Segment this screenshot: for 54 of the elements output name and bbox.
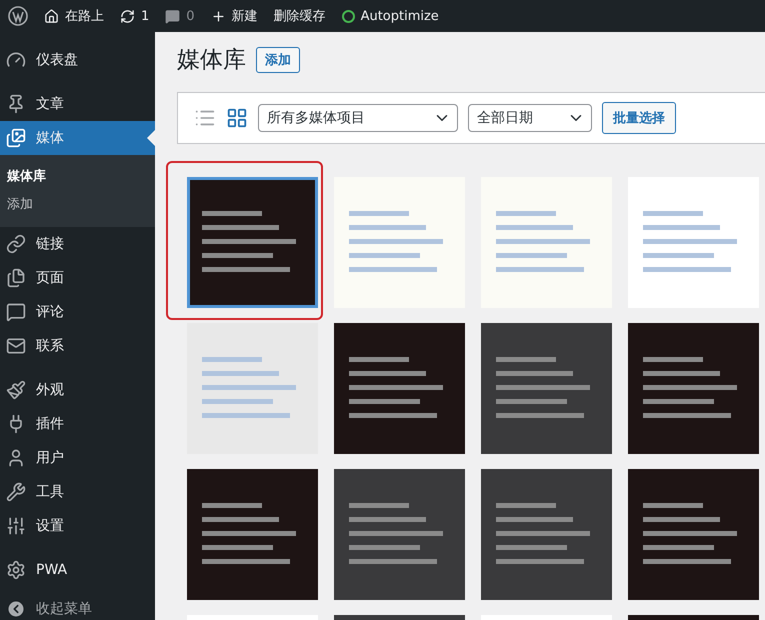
menu-item[interactable]: 媒体 [0,121,155,155]
site-link[interactable]: 在路上 [44,7,104,25]
paintbrush-icon [6,380,26,400]
home-icon [44,8,59,24]
mail-icon [6,336,26,356]
add-button[interactable]: 添加 [256,46,300,72]
menu-item[interactable]: PWA [0,553,155,587]
media-tile[interactable] [481,323,612,454]
media-tile[interactable] [187,469,318,600]
menu-item[interactable]: 文章 [0,87,155,121]
media-tile[interactable] [481,469,612,600]
media-tile[interactable] [481,177,612,308]
sliders-icon [6,516,26,536]
wordpress-logo-icon[interactable] [8,6,28,26]
media-tile[interactable] [334,323,465,454]
comment-icon [6,302,26,322]
grid-view-icon[interactable] [226,107,248,129]
link-icon [6,234,26,254]
updates-link[interactable]: 1 [120,8,150,24]
submenu-item[interactable]: 添加 [0,190,155,218]
pages-icon [6,268,26,288]
clear-cache-link[interactable]: 删除缓存 [274,7,326,25]
comment-icon [165,8,180,24]
plugin-link[interactable]: Autoptimize [342,8,439,24]
menu-item[interactable]: 插件 [0,407,155,441]
date-filter-select[interactable]: 全部日期 [468,104,592,132]
submenu-item[interactable]: 媒体库 [0,162,155,190]
refresh-icon [120,8,135,24]
media-tile[interactable] [628,469,759,600]
menu-item[interactable]: 页面 [0,261,155,295]
media-tile[interactable] [187,323,318,454]
menu-item[interactable]: 联系 [0,329,155,363]
plus-icon [210,8,226,24]
type-filter-select[interactable]: 所有多媒体项目 [258,104,458,132]
menu-item[interactable]: 仪表盘 [0,43,155,77]
menu-item[interactable]: 评论 [0,295,155,329]
media-tile[interactable] [334,469,465,600]
images-icon [6,128,26,148]
menu-item[interactable]: 设置 [0,509,155,543]
media-tile[interactable] [628,177,759,308]
media-tile[interactable] [334,177,465,308]
settings-icon [6,560,26,580]
comments-link[interactable]: 0 [165,8,195,24]
menu-item[interactable]: 工具 [0,475,155,509]
bulk-select-button[interactable]: 批量选择 [602,102,676,134]
collapse-menu[interactable]: 收起菜单 [0,597,155,620]
new-link[interactable]: 新建 [210,7,258,25]
page-title: 媒体库 [177,46,246,75]
menu-item[interactable]: 外观 [0,373,155,407]
wrench-icon [6,482,26,502]
media-tile[interactable] [628,323,759,454]
menu-item[interactable]: 链接 [0,227,155,261]
media-tile[interactable] [187,177,318,308]
menu-item[interactable]: 用户 [0,441,155,475]
